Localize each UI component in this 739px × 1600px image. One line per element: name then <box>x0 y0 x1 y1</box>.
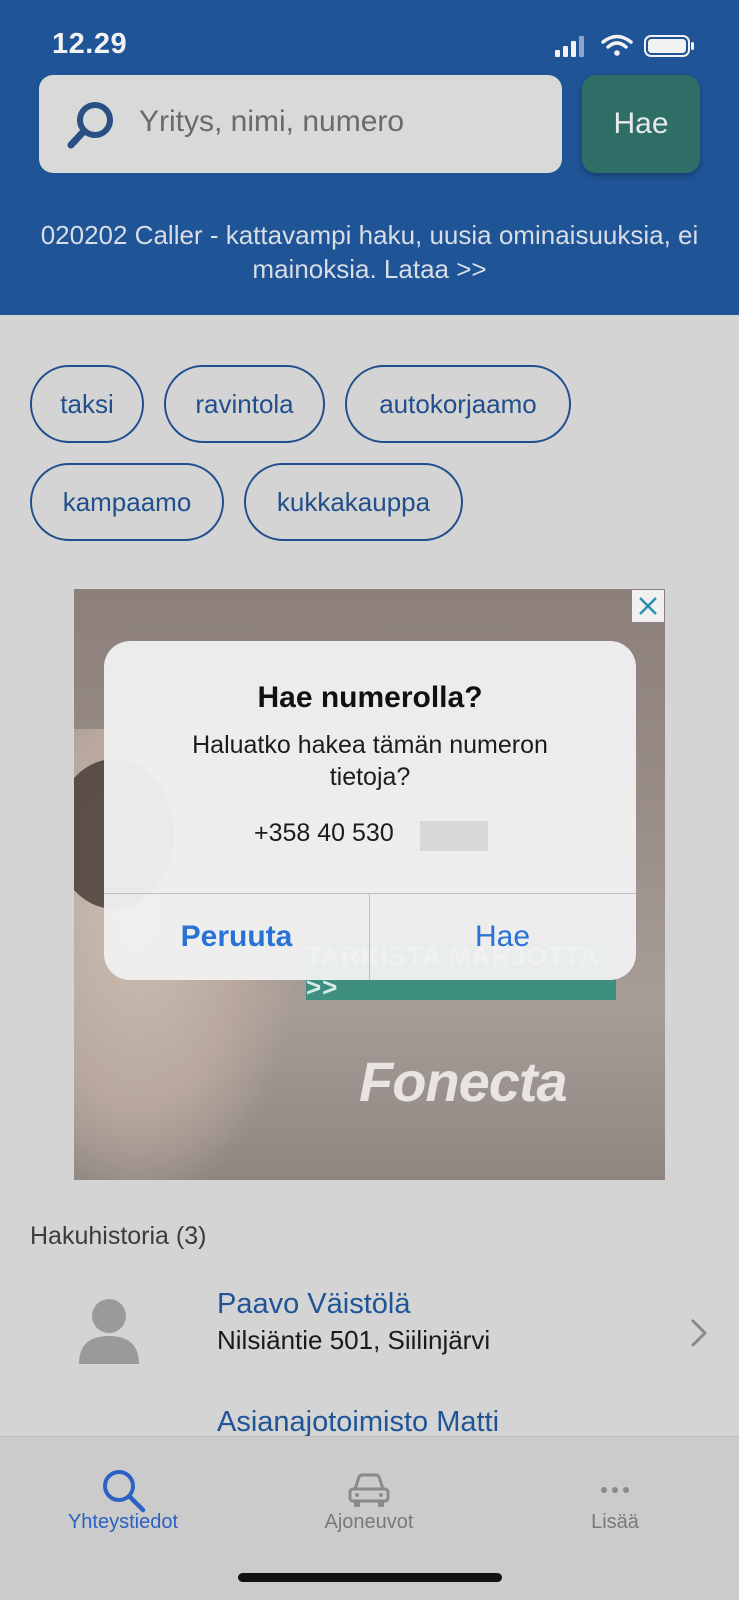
dialog-message: Haluatko hakea tämän numeron tietoja? <box>192 731 548 791</box>
header: 12.29 Yritys, nimi, numero Hae 020202 Ca… <box>0 0 739 315</box>
search-icon <box>103 1470 146 1513</box>
tab-label: Yhteystiedot <box>67 1511 179 1533</box>
category-chip-autokorjaamo[interactable]: autokorjaamo <box>345 365 571 443</box>
category-chip-ravintola[interactable]: ravintola <box>164 365 325 443</box>
avatar-icon <box>79 1299 139 1364</box>
home-indicator[interactable] <box>238 1573 502 1582</box>
dialog-title: Hae numerolla? <box>257 681 483 714</box>
search-placeholder: Yritys, nimi, numero <box>139 105 405 138</box>
dialog-number: +358 40 530 <box>254 819 394 847</box>
confirm-search-button[interactable]: Hae <box>370 894 635 980</box>
search-input[interactable]: Yritys, nimi, numero <box>39 75 562 173</box>
wifi-icon <box>601 34 633 56</box>
battery-icon <box>644 35 694 57</box>
tab-yhteystiedot[interactable]: Yhteystiedot <box>0 1437 246 1547</box>
tab-label: Lisää <box>591 1511 639 1533</box>
status-time: 12.29 <box>52 28 128 60</box>
status-icons <box>555 34 694 57</box>
redacted-digits <box>420 821 488 851</box>
category-chip-taksi[interactable]: taksi <box>30 365 144 443</box>
history-entry-address: Nilsiäntie 501, Siilinjärvi <box>217 1325 491 1355</box>
cancel-button[interactable]: Peruuta <box>104 894 369 980</box>
ad-close-button[interactable] <box>632 590 664 622</box>
search-icon <box>67 102 113 149</box>
category-chip-kampaamo[interactable]: kampaamo <box>30 463 224 541</box>
category-chip-kukkakauppa[interactable]: kukkakauppa <box>244 463 463 541</box>
ad-logo: Fonecta <box>359 1050 568 1113</box>
signal-icon <box>555 36 584 57</box>
tab-lisaa[interactable]: Lisää <box>492 1437 738 1547</box>
tab-label: Ajoneuvot <box>324 1511 414 1533</box>
history-title: Hakuhistoria (3) <box>30 1222 207 1250</box>
alert-dialog: Hae numerolla? Haluatko hakea tämän nume… <box>104 641 636 980</box>
promo-banner[interactable]: 020202 Caller - kattavampi haku, uusia o… <box>20 218 719 286</box>
car-icon <box>348 1473 390 1507</box>
more-icon <box>601 1487 629 1493</box>
tab-ajoneuvot[interactable]: Ajoneuvot <box>246 1437 492 1547</box>
chevron-right-icon[interactable] <box>690 1318 708 1348</box>
close-icon <box>639 597 657 615</box>
history-entry-name[interactable]: Paavo Väistölä <box>217 1288 410 1321</box>
search-button[interactable]: Hae <box>582 75 700 173</box>
history-entry-name[interactable]: Asianajotoimisto Matti <box>217 1406 499 1439</box>
